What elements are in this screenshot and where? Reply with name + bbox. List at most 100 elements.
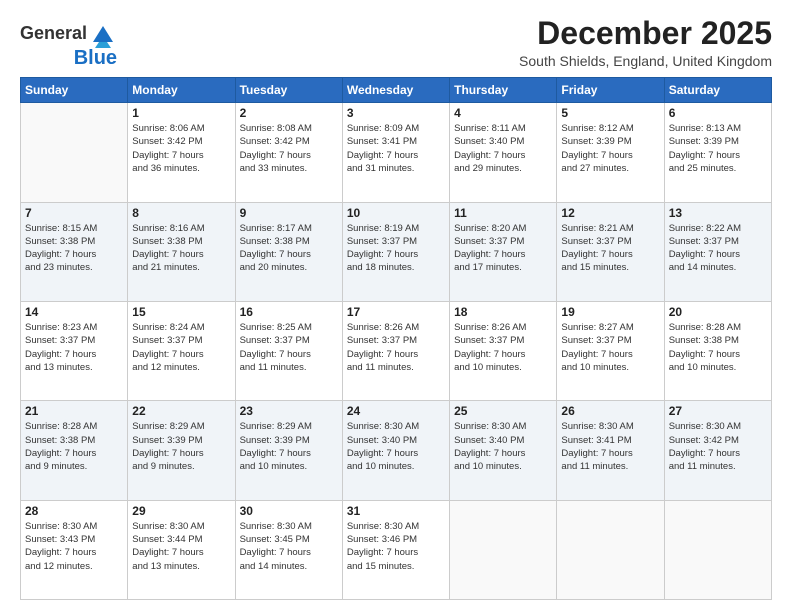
day-info: Sunrise: 8:30 AM Sunset: 3:41 PM Dayligh… [561,420,659,473]
day-number: 9 [240,206,338,220]
weekday-header-sunday: Sunday [21,78,128,103]
calendar-day-cell: 24 Sunrise: 8:30 AM Sunset: 3:40 PM Dayli… [342,401,449,500]
day-number: 28 [25,504,123,518]
day-number: 6 [669,106,767,120]
calendar-day-cell [557,500,664,599]
day-info: Sunrise: 8:30 AM Sunset: 3:40 PM Dayligh… [454,420,552,473]
day-info: Sunrise: 8:30 AM Sunset: 3:40 PM Dayligh… [347,420,445,473]
day-info: Sunrise: 8:28 AM Sunset: 3:38 PM Dayligh… [25,420,123,473]
calendar-day-cell: 11Sunrise: 8:20 AM Sunset: 3:37 PM Dayli… [450,202,557,301]
day-info: Sunrise: 8:08 AM Sunset: 3:42 PM Dayligh… [240,122,338,175]
day-number: 30 [240,504,338,518]
calendar-day-cell: 14 Sunrise: 8:23 AM Sunset: 3:37 PM Dayli… [21,301,128,400]
calendar-header-row: SundayMondayTuesdayWednesdayThursdayFrid… [21,78,772,103]
day-info: Sunrise: 8:30 AM Sunset: 3:44 PM Dayligh… [132,520,230,573]
day-number: 5 [561,106,659,120]
day-info: Sunrise: 8:22 AM Sunset: 3:37 PM Dayligh… [669,222,767,275]
day-number: 2 [240,106,338,120]
calendar-day-cell [664,500,771,599]
logo-general: General [20,24,87,44]
calendar-week-row: 21 Sunrise: 8:28 AM Sunset: 3:38 PM Dayli… [21,401,772,500]
day-info: Sunrise: 8:27 AM Sunset: 3:37 PM Dayligh… [561,321,659,374]
calendar-day-cell: 2 Sunrise: 8:08 AM Sunset: 3:42 PM Daylig… [235,103,342,202]
weekday-header-saturday: Saturday [664,78,771,103]
day-number: 1 [132,106,230,120]
calendar-day-cell [450,500,557,599]
day-info: Sunrise: 8:30 AM Sunset: 3:46 PM Dayligh… [347,520,445,573]
calendar-day-cell: 27Sunrise: 8:30 AM Sunset: 3:42 PM Dayli… [664,401,771,500]
day-number: 17 [347,305,445,319]
calendar-day-cell: 5 Sunrise: 8:12 AM Sunset: 3:39 PM Daylig… [557,103,664,202]
day-number: 15 [132,305,230,319]
day-number: 7 [25,206,123,220]
day-number: 4 [454,106,552,120]
weekday-header-monday: Monday [128,78,235,103]
day-number: 13 [669,206,767,220]
title-block: December 2025 South Shields, England, Un… [519,16,772,69]
calendar-table: SundayMondayTuesdayWednesdayThursdayFrid… [20,77,772,600]
calendar-day-cell: 25 Sunrise: 8:30 AM Sunset: 3:40 PM Dayli… [450,401,557,500]
day-number: 29 [132,504,230,518]
calendar-day-cell: 31 Sunrise: 8:30 AM Sunset: 3:46 PM Dayli… [342,500,449,599]
day-number: 14 [25,305,123,319]
day-number: 3 [347,106,445,120]
day-info: Sunrise: 8:21 AM Sunset: 3:37 PM Dayligh… [561,222,659,275]
calendar-day-cell: 22Sunrise: 8:29 AM Sunset: 3:39 PM Dayli… [128,401,235,500]
day-info: Sunrise: 8:26 AM Sunset: 3:37 PM Dayligh… [347,321,445,374]
weekday-header-thursday: Thursday [450,78,557,103]
calendar-day-cell: 8 Sunrise: 8:16 AM Sunset: 3:38 PM Daylig… [128,202,235,301]
calendar-day-cell: 12 Sunrise: 8:21 AM Sunset: 3:37 PM Dayli… [557,202,664,301]
calendar-day-cell: 4 Sunrise: 8:11 AM Sunset: 3:40 PM Daylig… [450,103,557,202]
calendar-day-cell: 16 Sunrise: 8:25 AM Sunset: 3:37 PM Dayli… [235,301,342,400]
day-number: 10 [347,206,445,220]
calendar-day-cell: 26Sunrise: 8:30 AM Sunset: 3:41 PM Dayli… [557,401,664,500]
header: General Blue December 2025 South Shields… [20,16,772,69]
day-info: Sunrise: 8:16 AM Sunset: 3:38 PM Dayligh… [132,222,230,275]
calendar-day-cell: 9Sunrise: 8:17 AM Sunset: 3:38 PM Daylig… [235,202,342,301]
calendar-day-cell [21,103,128,202]
day-info: Sunrise: 8:19 AM Sunset: 3:37 PM Dayligh… [347,222,445,275]
logo: General Blue [20,20,117,68]
calendar-day-cell: 15 Sunrise: 8:24 AM Sunset: 3:37 PM Dayli… [128,301,235,400]
day-number: 20 [669,305,767,319]
calendar-week-row: 14 Sunrise: 8:23 AM Sunset: 3:37 PM Dayli… [21,301,772,400]
day-info: Sunrise: 8:29 AM Sunset: 3:39 PM Dayligh… [240,420,338,473]
day-info: Sunrise: 8:09 AM Sunset: 3:41 PM Dayligh… [347,122,445,175]
calendar-day-cell: 19Sunrise: 8:27 AM Sunset: 3:37 PM Dayli… [557,301,664,400]
day-number: 25 [454,404,552,418]
calendar-week-row: 1 Sunrise: 8:06 AM Sunset: 3:42 PM Daylig… [21,103,772,202]
day-info: Sunrise: 8:28 AM Sunset: 3:38 PM Dayligh… [669,321,767,374]
day-info: Sunrise: 8:30 AM Sunset: 3:43 PM Dayligh… [25,520,123,573]
day-info: Sunrise: 8:06 AM Sunset: 3:42 PM Dayligh… [132,122,230,175]
logo-blue: Blue [74,48,117,68]
day-number: 12 [561,206,659,220]
day-info: Sunrise: 8:26 AM Sunset: 3:37 PM Dayligh… [454,321,552,374]
day-number: 8 [132,206,230,220]
logo-icon [89,20,117,48]
calendar-day-cell: 17 Sunrise: 8:26 AM Sunset: 3:37 PM Dayli… [342,301,449,400]
day-info: Sunrise: 8:30 AM Sunset: 3:45 PM Dayligh… [240,520,338,573]
day-info: Sunrise: 8:11 AM Sunset: 3:40 PM Dayligh… [454,122,552,175]
day-info: Sunrise: 8:24 AM Sunset: 3:37 PM Dayligh… [132,321,230,374]
calendar-week-row: 28 Sunrise: 8:30 AM Sunset: 3:43 PM Dayli… [21,500,772,599]
day-number: 16 [240,305,338,319]
day-number: 31 [347,504,445,518]
day-info: Sunrise: 8:13 AM Sunset: 3:39 PM Dayligh… [669,122,767,175]
calendar-day-cell: 28 Sunrise: 8:30 AM Sunset: 3:43 PM Dayli… [21,500,128,599]
calendar-day-cell: 29 Sunrise: 8:30 AM Sunset: 3:44 PM Dayli… [128,500,235,599]
calendar-day-cell: 13 Sunrise: 8:22 AM Sunset: 3:37 PM Dayli… [664,202,771,301]
day-info: Sunrise: 8:25 AM Sunset: 3:37 PM Dayligh… [240,321,338,374]
weekday-header-wednesday: Wednesday [342,78,449,103]
location-subtitle: South Shields, England, United Kingdom [519,53,772,69]
day-info: Sunrise: 8:12 AM Sunset: 3:39 PM Dayligh… [561,122,659,175]
day-info: Sunrise: 8:29 AM Sunset: 3:39 PM Dayligh… [132,420,230,473]
day-info: Sunrise: 8:23 AM Sunset: 3:37 PM Dayligh… [25,321,123,374]
day-number: 23 [240,404,338,418]
month-title: December 2025 [519,16,772,51]
calendar-day-cell: 18Sunrise: 8:26 AM Sunset: 3:37 PM Dayli… [450,301,557,400]
calendar-day-cell: 20 Sunrise: 8:28 AM Sunset: 3:38 PM Dayli… [664,301,771,400]
calendar-day-cell: 7Sunrise: 8:15 AM Sunset: 3:38 PM Daylig… [21,202,128,301]
day-number: 21 [25,404,123,418]
day-number: 24 [347,404,445,418]
day-number: 11 [454,206,552,220]
